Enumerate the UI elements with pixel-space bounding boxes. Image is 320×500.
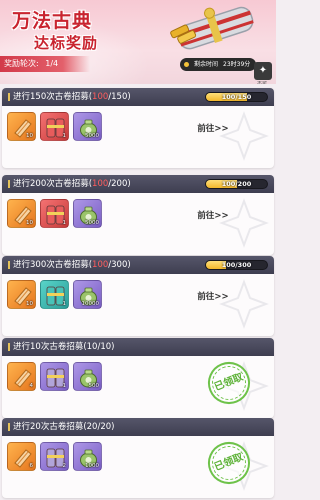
task-title-prefix: 进行150次古卷招募(	[13, 92, 93, 102]
reward-item[interactable]: 1	[40, 280, 69, 309]
task-progress-current: 20	[86, 422, 98, 432]
countdown-timer: 剩余时间 23时39分	[180, 58, 257, 71]
event-subtitle: 达标奖励	[34, 34, 99, 52]
task-title: 进行20次古卷招募(20/20)	[13, 422, 114, 432]
task-card: 进行20次古卷招募(20/20) 6 2 1000 已领取	[2, 418, 274, 498]
item-count: 500	[88, 383, 100, 389]
task-title-prefix: 进行10次古卷招募(	[13, 342, 87, 352]
task-title-suffix: /150)	[108, 92, 131, 102]
timer-value: 23时39分	[223, 61, 251, 68]
task-title: 进行10次古卷招募(10/10)	[13, 342, 114, 352]
item-count: 6	[29, 463, 34, 469]
task-title-suffix: /200)	[108, 179, 131, 189]
reward-round-value: 1/4	[45, 59, 59, 68]
task-title: 进行300次古卷招募(100/300)	[13, 260, 131, 270]
task-title-suffix: /20)	[97, 422, 115, 432]
item-count: 10	[26, 220, 33, 226]
task-title-prefix: 进行200次古卷招募(	[13, 179, 93, 189]
header-accent	[8, 261, 10, 269]
item-count: 2	[62, 463, 67, 469]
reward-item[interactable]: 5000	[73, 112, 102, 141]
item-count: 5000	[85, 220, 99, 226]
header-accent	[8, 93, 10, 101]
reward-items: 10 1 10000	[7, 280, 102, 309]
task-progress-bar: 100/150	[205, 92, 268, 102]
firecracker-chest-icon	[170, 6, 254, 50]
task-header: 进行200次古卷招募(100/200) 100/200	[2, 175, 274, 193]
reward-item[interactable]: 1000	[73, 442, 102, 471]
task-header: 进行300次古卷招募(100/300) 100/300	[2, 256, 274, 274]
item-count: 10	[26, 301, 33, 307]
reward-item[interactable]: 10	[7, 199, 36, 228]
reward-round-indicator: 奖励轮次: 1/4	[0, 56, 90, 72]
task-progress-current: 10	[86, 342, 98, 352]
task-title-prefix: 进行20次古卷招募(	[13, 422, 87, 432]
reward-items: 10 1 5000	[7, 199, 102, 228]
reward-items: 6 2 1000	[7, 442, 102, 471]
go-button[interactable]: 前往>>	[188, 122, 238, 134]
header-accent	[8, 180, 10, 188]
reward-round-label: 奖励轮次:	[4, 59, 39, 68]
task-title-suffix: /300)	[108, 260, 131, 270]
progress-text: 100/200	[221, 180, 252, 188]
header-accent	[8, 343, 10, 351]
task-progress-current: 100	[92, 260, 109, 270]
reward-item[interactable]: 10	[7, 280, 36, 309]
task-title: 进行200次古卷招募(100/200)	[13, 179, 131, 189]
task-header: 进行150次古卷招募(100/150) 100/150	[2, 88, 274, 106]
reward-item[interactable]: 1	[40, 199, 69, 228]
event-title: 万法古典	[12, 10, 93, 32]
task-progress-current: 100	[92, 179, 109, 189]
progress-text: 100/150	[221, 93, 252, 101]
background-star-icon	[219, 111, 269, 161]
item-count: 1000	[85, 463, 99, 469]
task-title-prefix: 进行300次古卷招募(	[13, 260, 93, 270]
item-count: 10	[26, 133, 33, 139]
background-star-icon	[219, 198, 269, 248]
reward-item[interactable]: 10	[7, 112, 36, 141]
reward-item[interactable]: 500	[73, 362, 102, 391]
clock-icon	[184, 62, 189, 67]
progress-text: 100/300	[221, 261, 252, 269]
timer-label: 剩余时间	[194, 61, 219, 68]
reward-item[interactable]: 6	[7, 442, 36, 471]
background-star-icon	[219, 279, 269, 329]
task-card: 进行150次古卷招募(100/150) 100/150 10 1 5000 前往>>	[2, 88, 274, 168]
item-count: 1	[62, 133, 67, 139]
reward-item[interactable]: 10000	[73, 280, 102, 309]
reward-items: 4 1 500	[7, 362, 102, 391]
task-header: 进行20次古卷招募(20/20)	[2, 418, 274, 436]
item-count: 10000	[81, 301, 100, 307]
task-card: 进行300次古卷招募(100/300) 100/300 10 1 10000 前往>>	[2, 256, 274, 336]
event-banner: 万法古典 达标奖励 奖励轮次: 1/4 剩余时间 23时39分 ✦ 不可	[0, 0, 276, 84]
reward-item[interactable]: 4	[7, 362, 36, 391]
go-button[interactable]: 前往>>	[188, 290, 238, 302]
reward-item[interactable]: 1	[40, 112, 69, 141]
reward-items: 10 1 5000	[7, 112, 102, 141]
reward-item[interactable]: 1	[40, 362, 69, 391]
task-title: 进行150次古卷招募(100/150)	[13, 92, 131, 102]
item-count: 5000	[85, 133, 99, 139]
reward-item[interactable]: 2	[40, 442, 69, 471]
task-header: 进行10次古卷招募(10/10)	[2, 338, 274, 356]
header-accent	[8, 423, 10, 431]
go-button[interactable]: 前往>>	[188, 209, 238, 221]
task-progress-bar: 100/300	[205, 260, 268, 270]
task-progress-bar: 100/200	[205, 179, 268, 189]
task-card: 进行10次古卷招募(10/10) 4 1 500 已领取	[2, 338, 274, 418]
task-title-suffix: /10)	[97, 342, 115, 352]
task-card: 进行200次古卷招募(100/200) 100/200 10 1 5000 前往>>	[2, 175, 274, 255]
gift-icon[interactable]: ✦	[254, 62, 272, 80]
gift-label: 不可	[257, 81, 268, 84]
item-count: 1	[62, 383, 67, 389]
reward-item[interactable]: 5000	[73, 199, 102, 228]
item-count: 1	[62, 220, 67, 226]
task-progress-current: 100	[92, 92, 109, 102]
item-count: 1	[62, 301, 67, 307]
item-count: 4	[29, 383, 34, 389]
